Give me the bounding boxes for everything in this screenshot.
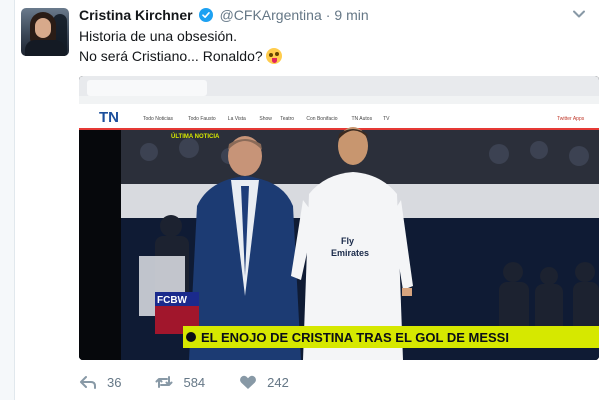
site-nav-item[interactable]: Con Bonifacio [306, 116, 337, 122]
author-handle[interactable]: @CFKArgentina [220, 7, 322, 23]
retweet-count: 584 [183, 374, 206, 390]
site-nav-item[interactable]: La Vista [228, 116, 246, 122]
tweet-actions: 36 584 242 [79, 372, 323, 392]
site-nav-item[interactable]: Todo Noticias [143, 116, 174, 122]
separator-dot: · [325, 7, 331, 23]
jersey-text-emirates: Emirates [331, 248, 369, 258]
heart-icon [240, 375, 257, 389]
svg-text:FCBW: FCBW [157, 295, 188, 306]
ticker-label: ÚLTIMA NOTICIA [171, 133, 220, 140]
reply-count: 36 [107, 374, 122, 390]
site-nav-item[interactable]: TN Autos [352, 116, 373, 122]
retweet-button[interactable]: 584 [155, 374, 205, 390]
tweet-line-1: Historia de una obsesión. [79, 28, 237, 44]
tweet-card: Cristina Kirchner @CFKArgentina · 9 min … [14, 0, 600, 400]
crazy-face-emoji-icon [265, 48, 282, 64]
avatar-face [35, 18, 51, 38]
avatar-coat [25, 40, 65, 56]
site-logo[interactable]: TN [99, 109, 119, 126]
reply-icon [80, 376, 96, 389]
author-name[interactable]: Cristina Kirchner [79, 7, 193, 23]
reply-button[interactable]: 36 [79, 374, 121, 390]
tweet-media-image[interactable]: TN Todo Noticias Todo Fausto La Vista Show T… [79, 76, 599, 360]
like-count: 242 [267, 374, 289, 390]
headline-banner: EL ENOJO DE CRISTINA TRAS EL GOL DE MESS… [183, 326, 599, 348]
verified-badge-icon [198, 8, 213, 22]
site-nav-item[interactable]: Teatro [280, 116, 294, 122]
site-nav-item[interactable]: Todo Fausto [188, 116, 216, 122]
svg-text:EL ENOJO DE CRISTINA TRAS EL G: EL ENOJO DE CRISTINA TRAS EL GOL DE MESS… [201, 330, 509, 345]
retweet-icon [155, 376, 173, 388]
nav-right-link[interactable]: Twitter Apps [557, 116, 585, 122]
jersey-text-fly: Fly [341, 236, 354, 246]
site-nav-item[interactable]: TV [383, 116, 390, 122]
tweet-timestamp[interactable]: 9 min [334, 7, 368, 23]
tweet-line-2: No será Cristiano... Ronaldo? [79, 48, 263, 64]
site-nav-item[interactable]: Show [259, 116, 272, 122]
avatar[interactable] [21, 8, 69, 56]
like-button[interactable]: 242 [239, 374, 289, 390]
tweet-text: Historia de una obsesión. No será Cristi… [79, 26, 282, 66]
tweet-header: Cristina Kirchner @CFKArgentina · 9 min [79, 6, 369, 24]
chevron-down-icon[interactable] [572, 8, 586, 20]
